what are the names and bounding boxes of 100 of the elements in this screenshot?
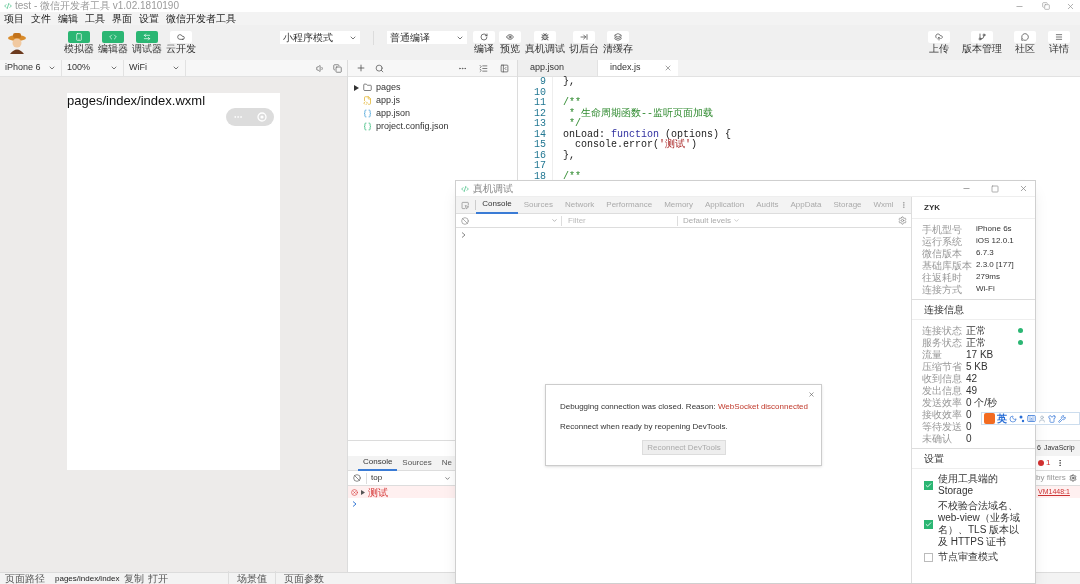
cloud-icon bbox=[177, 32, 185, 41]
chevron-down-icon bbox=[110, 64, 118, 72]
panel-icon[interactable] bbox=[500, 63, 509, 73]
code-line: onLoad: function (options) { bbox=[562, 129, 732, 140]
checkbox[interactable] bbox=[924, 519, 933, 529]
view-toggle-button[interactable]: 编辑器 bbox=[97, 30, 129, 55]
info-label: 基础库版本 bbox=[922, 259, 973, 273]
checkbox-label: 使用工具端的 Storage bbox=[938, 473, 999, 497]
wrench-icon[interactable] bbox=[1058, 414, 1066, 423]
status-item[interactable]: 场景值 bbox=[227, 571, 275, 584]
collapse-icon[interactable] bbox=[479, 63, 488, 73]
info-value: 2.3.0 [177] bbox=[976, 259, 1014, 271]
prompt-icon bbox=[352, 501, 357, 507]
info-label: 手机型号 bbox=[922, 222, 963, 236]
maximize-icon[interactable] bbox=[991, 184, 999, 193]
debugger-tab[interactable]: Sources bbox=[397, 455, 437, 471]
page-path: pages/index/index bbox=[55, 572, 120, 584]
clear-icon[interactable] bbox=[461, 216, 469, 225]
compile-select[interactable]: 普通编译 bbox=[387, 31, 467, 44]
ime-language[interactable]: 英 bbox=[997, 413, 1007, 424]
info-value: 0 个/秒 bbox=[966, 395, 998, 410]
info-value: 0 bbox=[966, 407, 972, 422]
menu-item[interactable]: 文件 bbox=[31, 13, 51, 24]
info-value: iPhone 6s bbox=[976, 223, 1012, 235]
status-link[interactable]: 复制 bbox=[123, 571, 144, 584]
search-icon[interactable] bbox=[375, 63, 384, 73]
chevron-down-icon bbox=[444, 474, 451, 482]
filter-text: by filters bbox=[1036, 472, 1066, 484]
info-value: 0 bbox=[966, 431, 972, 446]
inspect-icon[interactable] bbox=[461, 200, 470, 210]
page-text: pages/index/index.wxml bbox=[67, 93, 206, 108]
windows-icon[interactable] bbox=[333, 63, 342, 73]
ime-logo-icon bbox=[984, 413, 995, 424]
status-link[interactable]: 打开 bbox=[147, 571, 168, 584]
keyboard-icon[interactable] bbox=[1027, 414, 1036, 423]
menu-item[interactable]: 项目 bbox=[4, 13, 24, 24]
debugger-tab[interactable]: Ne bbox=[436, 455, 457, 471]
menu-item[interactable]: 编辑 bbox=[58, 13, 78, 24]
filter-field[interactable]: Filter bbox=[568, 215, 678, 226]
view-toggle-button[interactable]: 调试器 bbox=[131, 30, 163, 55]
checkbox[interactable] bbox=[924, 480, 933, 490]
line-number: 11 bbox=[518, 98, 553, 109]
info-value: 5 KB bbox=[966, 359, 988, 374]
clear-icon[interactable] bbox=[353, 474, 361, 482]
file-tree-item[interactable]: project.config.json bbox=[348, 120, 517, 133]
settings-icon[interactable] bbox=[898, 216, 907, 225]
view-toggle-button[interactable]: 云开发 bbox=[165, 30, 197, 55]
view-toggle-button[interactable]: 模拟器 bbox=[63, 30, 95, 55]
window-title: test - 微信开发者工具 v1.02.1810190 bbox=[15, 1, 179, 11]
toolbar-button[interactable]: 版本管理 bbox=[962, 30, 1002, 55]
devtools-tab[interactable]: Console bbox=[476, 196, 518, 214]
eye-icon bbox=[506, 32, 514, 41]
toolbar-button[interactable]: 真机调试 bbox=[525, 30, 565, 55]
file-tree-item[interactable]: pages bbox=[348, 81, 517, 94]
zoom-select[interactable]: 100% bbox=[62, 59, 124, 77]
close-icon[interactable] bbox=[808, 391, 815, 398]
bug-icon bbox=[541, 32, 549, 41]
line-number: 17 bbox=[518, 161, 553, 172]
network-select[interactable]: WiFi bbox=[124, 59, 186, 77]
info-label: 连接状态 bbox=[922, 323, 963, 337]
menu-item[interactable]: 工具 bbox=[85, 13, 105, 24]
dialog-message: Debugging connection was closed. Reason: WebSocket disconnected bbox=[560, 401, 810, 413]
editor-tab[interactable]: app.json bbox=[518, 60, 598, 76]
toolbar-button[interactable]: 切后台 bbox=[569, 30, 599, 55]
code-line: console.error('测试') bbox=[574, 140, 698, 151]
capsule-button[interactable] bbox=[226, 108, 274, 126]
debugger-tab[interactable]: Console bbox=[358, 455, 398, 471]
user-icon[interactable] bbox=[1038, 414, 1046, 423]
toolbar-button[interactable]: 清缓存 bbox=[603, 30, 633, 55]
checkbox[interactable] bbox=[924, 552, 933, 562]
status-item[interactable]: 页面参数 bbox=[274, 571, 332, 584]
add-icon[interactable] bbox=[356, 63, 366, 73]
moon-icon[interactable] bbox=[1009, 414, 1017, 423]
speaker-icon[interactable] bbox=[316, 63, 325, 73]
mode-select[interactable]: 小程序模式 bbox=[280, 31, 360, 44]
info-label: 运行系统 bbox=[922, 235, 963, 249]
close-icon[interactable] bbox=[1019, 184, 1028, 193]
menu-item[interactable]: 设置 bbox=[139, 13, 159, 24]
settings-icon[interactable] bbox=[1068, 474, 1077, 482]
code-line: */ bbox=[568, 119, 581, 129]
info-value: 42 bbox=[966, 371, 978, 386]
line-number: 15 bbox=[518, 140, 553, 151]
close-icon[interactable] bbox=[664, 64, 672, 72]
dialog-hint: Reconnect when ready by reopening DevTools. bbox=[560, 421, 729, 433]
file-tree-item[interactable]: app.json bbox=[348, 107, 517, 120]
info-value: 6.7.3 bbox=[976, 247, 994, 259]
info-label: 压缩节省 bbox=[922, 359, 963, 374]
editor-tab[interactable]: index.js bbox=[598, 60, 678, 76]
close-icon[interactable] bbox=[1066, 1, 1075, 11]
shirt-icon[interactable] bbox=[1048, 414, 1056, 423]
console-message: 测试 bbox=[348, 486, 455, 498]
file-tree-item[interactable]: app.js bbox=[348, 94, 517, 107]
line-number: 16 bbox=[518, 150, 553, 161]
restore-icon[interactable] bbox=[1042, 2, 1050, 10]
device-select[interactable]: iPhone 6 bbox=[0, 59, 62, 77]
menu-item[interactable]: 界面 bbox=[112, 13, 132, 24]
menu-item[interactable]: 微信开发者工具 bbox=[166, 13, 236, 24]
info-value: 正常 bbox=[966, 335, 986, 350]
info-label: 连接方式 bbox=[922, 282, 963, 297]
section-title: 设置 bbox=[924, 452, 944, 466]
